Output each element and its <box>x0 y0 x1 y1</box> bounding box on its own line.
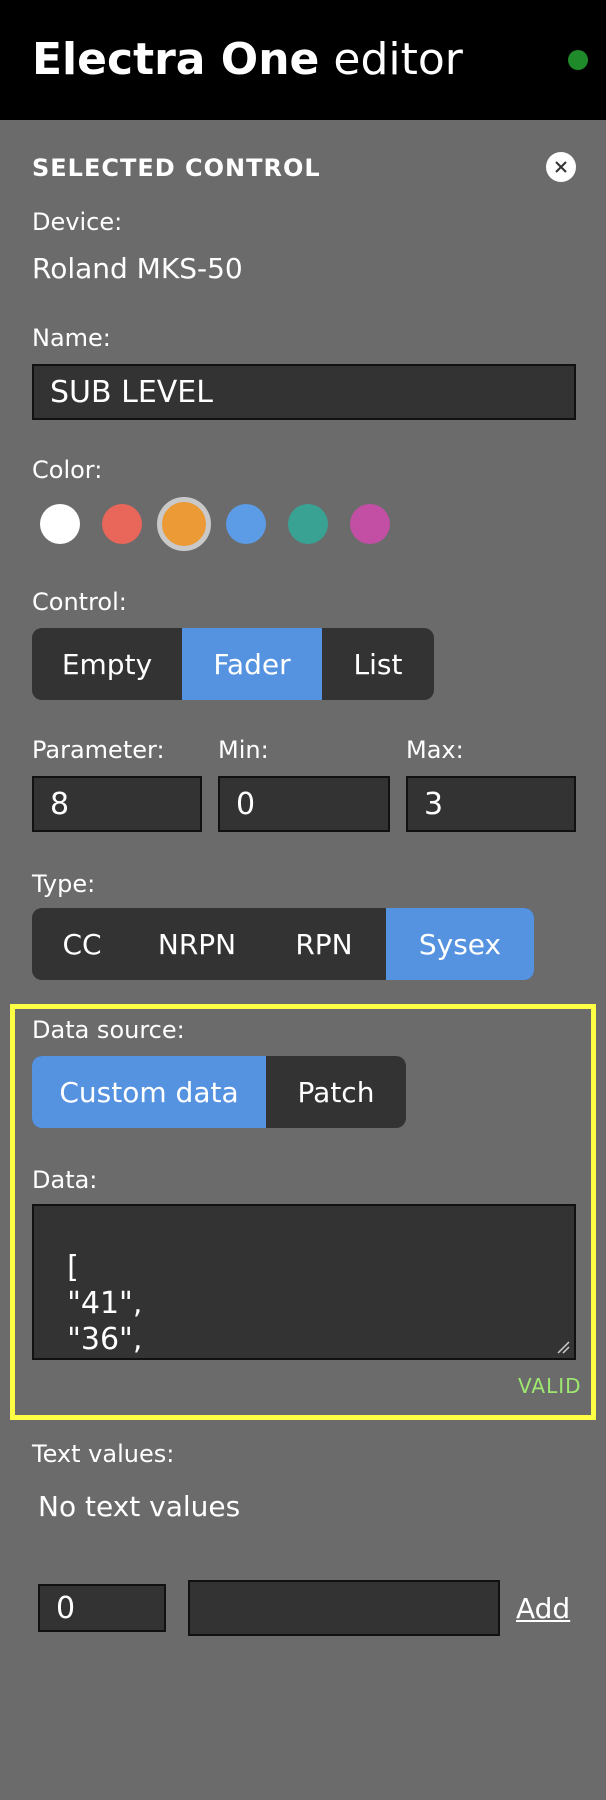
text-values-label: Text values: <box>32 1440 175 1468</box>
data-valid-status: VALID <box>518 1374 582 1398</box>
text-value-label-input[interactable] <box>188 1580 500 1636</box>
type-option-cc[interactable]: CC <box>32 908 132 980</box>
type-option-sysex[interactable]: Sysex <box>386 908 534 980</box>
device-value: Roland MKS-50 <box>32 252 243 285</box>
data-label: Data: <box>32 1166 98 1194</box>
color-swatch-4[interactable] <box>288 504 328 544</box>
data-source-selector: Custom data Patch <box>32 1056 406 1128</box>
control-option-list[interactable]: List <box>322 628 434 700</box>
parameter-label: Parameter: <box>32 736 165 764</box>
parameter-input[interactable]: 8 <box>32 776 202 832</box>
type-option-rpn[interactable]: RPN <box>262 908 386 980</box>
app-title-rest: editor <box>333 34 463 85</box>
control-option-fader[interactable]: Fader <box>182 628 322 700</box>
color-swatch-3[interactable] <box>226 504 266 544</box>
add-text-value-link[interactable]: Add <box>516 1592 570 1625</box>
color-swatch-5[interactable] <box>350 504 390 544</box>
type-label: Type: <box>32 870 96 898</box>
max-input[interactable]: 3 <box>406 776 576 832</box>
name-label: Name: <box>32 324 111 352</box>
app-title: Electra One editor <box>32 30 463 90</box>
control-label: Control: <box>32 588 127 616</box>
resize-grip-icon[interactable] <box>556 1340 570 1354</box>
panel-title: SELECTED CONTROL <box>32 154 321 182</box>
color-label: Color: <box>32 456 103 484</box>
max-label: Max: <box>406 736 464 764</box>
min-label: Min: <box>218 736 269 764</box>
app-title-bold: Electra One <box>32 34 320 85</box>
data-source-label: Data source: <box>32 1016 185 1044</box>
name-input[interactable]: SUB LEVEL <box>32 364 576 420</box>
min-input[interactable]: 0 <box>218 776 390 832</box>
control-option-empty[interactable]: Empty <box>32 628 182 700</box>
control-selector: Empty Fader List <box>32 628 434 700</box>
color-swatch-2[interactable] <box>157 497 211 551</box>
color-swatch-0[interactable] <box>40 504 80 544</box>
app-header: Electra One editor <box>0 0 606 120</box>
text-values-empty: No text values <box>38 1490 241 1523</box>
close-icon <box>555 161 567 173</box>
data-source-option-custom[interactable]: Custom data <box>32 1056 266 1128</box>
type-option-nrpn[interactable]: NRPN <box>132 908 262 980</box>
text-value-index-input[interactable]: 0 <box>38 1584 166 1632</box>
connection-status-indicator <box>568 50 588 70</box>
type-selector: CC NRPN RPN Sysex <box>32 908 534 980</box>
close-button[interactable] <box>546 152 576 182</box>
data-source-option-patch[interactable]: Patch <box>266 1056 406 1128</box>
data-textarea[interactable]: [ "41", "36", "00", <box>32 1204 576 1360</box>
data-textarea-content: [ "41", "36", "00", <box>67 1250 143 1357</box>
color-swatch-1[interactable] <box>102 504 142 544</box>
device-label: Device: <box>32 208 123 236</box>
